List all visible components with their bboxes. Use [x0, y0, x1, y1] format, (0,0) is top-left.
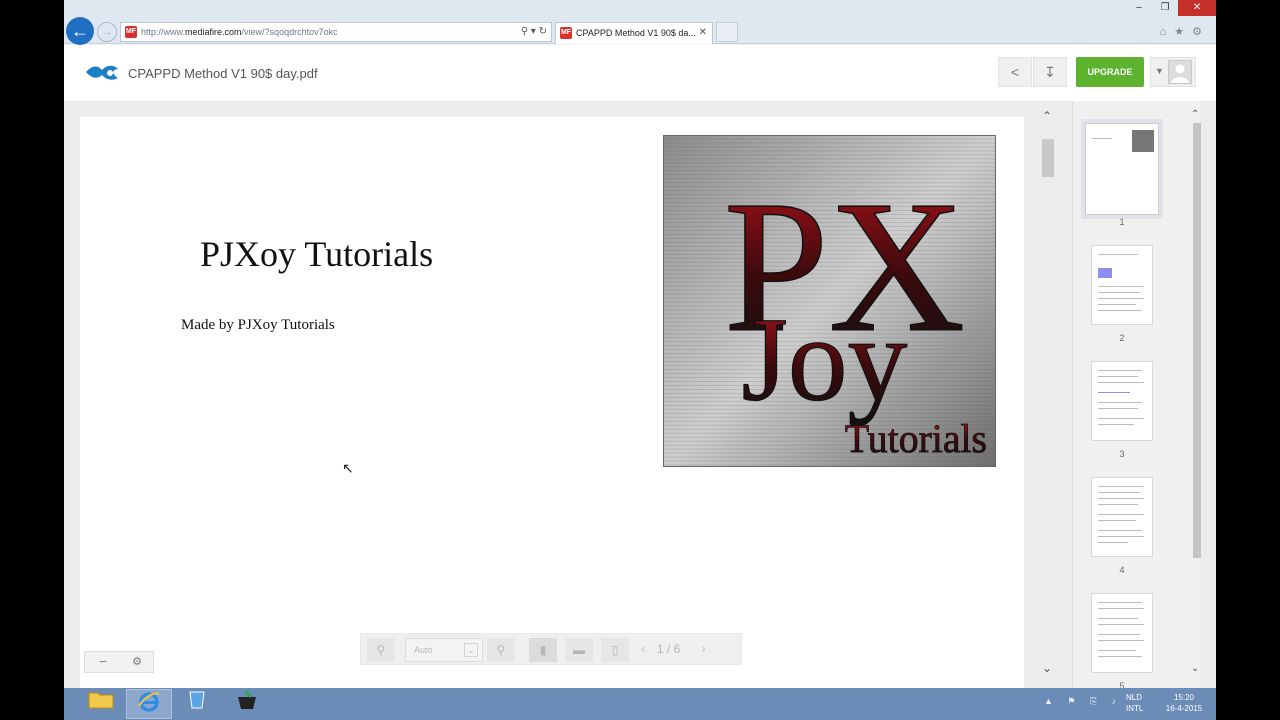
chevron-left-icon[interactable]: ‹ — [641, 640, 646, 656]
scroll-thumb[interactable] — [1042, 139, 1054, 177]
chevron-right-icon[interactable]: › — [701, 640, 706, 656]
close-icon[interactable]: ✕ — [699, 27, 707, 38]
share-icon: < — [1010, 64, 1020, 80]
mediafire-logo-icon[interactable] — [84, 61, 120, 83]
zoom-select[interactable]: Auto ⌄ — [405, 638, 483, 662]
zoom-value: Auto — [414, 645, 433, 655]
account-menu[interactable]: ▼ — [1150, 57, 1196, 87]
site-favicon: MF — [125, 26, 137, 38]
letterbox-left — [0, 0, 64, 720]
browser-chrome: ← → MF http://www.mediafire.com/view/?sq… — [64, 0, 1216, 45]
layout-single-button[interactable]: ▬ — [565, 638, 593, 662]
restore-button[interactable]: ❐ — [1152, 0, 1178, 16]
chevron-down-icon: ⌄ — [464, 643, 478, 657]
chevron-down-icon[interactable]: ⌄ — [1191, 663, 1199, 674]
windows-taskbar: ▲ ⚑ ⎘ ♪ NLD INTL 15:20 16-4-2015 — [64, 688, 1216, 720]
thumbnail-scrollbar[interactable]: ⌃ ⌄ — [1190, 109, 1204, 679]
chevron-down-icon: ▼ — [1155, 66, 1164, 76]
system-tray-icons[interactable]: ▲ ⚑ ⎘ ♪ — [1044, 696, 1122, 707]
back-arrow-icon[interactable]: ← — [66, 17, 94, 45]
thumbnail-page-5[interactable] — [1091, 593, 1153, 673]
zoom-in-icon[interactable]: ⚲ — [487, 638, 515, 662]
thumbnail-label: 2 — [1119, 333, 1125, 343]
refresh-icon[interactable]: ↻ — [539, 26, 547, 37]
url-text[interactable]: http://www.mediafire.com/view/?sqoqdrcht… — [141, 27, 338, 37]
ie-toolbar-icons: ⌂★⚙ — [1160, 25, 1210, 38]
thumbnail-label: 1 — [1119, 217, 1125, 227]
thumbnail-label: 3 — [1119, 449, 1125, 459]
window-close-button[interactable]: ✕ — [1178, 0, 1216, 16]
app-icon-blue[interactable] — [174, 689, 220, 719]
download-icon: ↧ — [1044, 64, 1056, 80]
zoom-out-icon[interactable]: ⚲ — [367, 638, 395, 662]
pdf-page: PJXoy Tutorials Made by PJXoy Tutorials — [80, 117, 1024, 688]
gear-icon[interactable]: ⚙ — [1192, 26, 1210, 38]
pdf-subtitle: Made by PJXoy Tutorials — [181, 317, 335, 333]
mediafire-header: CPAPPD Method V1 90$ day.pdf < ↧ UPGRADE… — [64, 45, 1216, 101]
chevron-up-icon[interactable]: ⌃ — [1042, 109, 1052, 123]
share-button[interactable]: < — [998, 57, 1032, 87]
ie-icon[interactable] — [126, 689, 172, 719]
star-icon[interactable]: ★ — [1174, 26, 1192, 38]
home-icon[interactable]: ⌂ — [1160, 26, 1175, 38]
browser-tab[interactable]: MF CPAPPD Method V1 90$ da... ✕ — [555, 22, 713, 44]
clock-date: 16-4-2015 — [1165, 704, 1203, 713]
chevron-up-icon[interactable]: ⌃ — [1191, 109, 1199, 120]
mouse-cursor-icon: ↖ — [342, 460, 354, 476]
search-icon[interactable]: ⚲ — [521, 26, 528, 37]
thumbnail-scroll-thumb[interactable] — [1193, 123, 1201, 558]
mediafire-small-icon[interactable]: ∽ — [87, 654, 119, 670]
layout-page-button[interactable]: ▯ — [601, 638, 629, 662]
upgrade-button[interactable]: UPGRADE — [1076, 57, 1144, 87]
app-icon-dark[interactable] — [224, 689, 270, 719]
chevron-down-icon[interactable]: ⌄ — [1042, 661, 1052, 675]
thumbnail-page-3[interactable] — [1091, 361, 1153, 441]
tab-title: CPAPPD Method V1 90$ da... — [576, 28, 696, 38]
folder-icon[interactable] — [78, 689, 124, 719]
viewer-actions: ∽ ⚙ — [84, 651, 154, 673]
thumbnail-label: 4 — [1119, 565, 1125, 575]
logo-tutorials: Tutorials — [845, 417, 987, 461]
page-indicator: 1 / 6 — [657, 642, 681, 656]
download-button[interactable]: ↧ — [1033, 57, 1067, 87]
language-indicator[interactable]: NLD INTL — [1126, 692, 1143, 714]
minimize-button[interactable]: – — [1126, 0, 1152, 16]
tab-favicon: MF — [560, 27, 572, 39]
thumbnail-page-2[interactable] — [1091, 245, 1153, 325]
address-bar[interactable]: MF http://www.mediafire.com/view/?sqoqdr… — [120, 22, 552, 42]
new-tab-button[interactable] — [716, 22, 738, 42]
page-scrollbar[interactable]: ⌃ ⌄ — [1040, 109, 1056, 679]
letterbox-right — [1216, 0, 1280, 720]
logo-joy: Joy — [742, 293, 908, 425]
thumbnail-panel: 1 2 3 4 5 — [1072, 101, 1200, 691]
pdf-viewer: PJXoy Tutorials Made by PJXoy Tutorials — [64, 101, 1216, 691]
pjxoy-logo-image: PX Joy Tutorials — [663, 135, 996, 467]
pdf-toolbar: ⚲ Auto ⌄ ⚲ ▮ ▬ ▯ ‹ 1 / 6 › — [360, 633, 742, 665]
clock[interactable]: 15:20 16-4-2015 — [1154, 692, 1214, 714]
settings-icon[interactable]: ⚙ — [121, 654, 153, 670]
user-icon — [1168, 60, 1192, 84]
forward-arrow-icon[interactable]: → — [97, 22, 117, 42]
thumbnail-page-4[interactable] — [1091, 477, 1153, 557]
clock-time: 15:20 — [1173, 693, 1195, 702]
address-bar-controls: ⚲ ▾ ↻ — [520, 26, 547, 37]
document-title: CPAPPD Method V1 90$ day.pdf — [128, 66, 318, 81]
thumbnail-page-1[interactable] — [1081, 119, 1163, 219]
screen: ← → MF http://www.mediafire.com/view/?sq… — [64, 0, 1216, 720]
layout-sidebar-button[interactable]: ▮ — [529, 638, 557, 662]
pdf-title: PJXoy Tutorials — [200, 234, 434, 274]
